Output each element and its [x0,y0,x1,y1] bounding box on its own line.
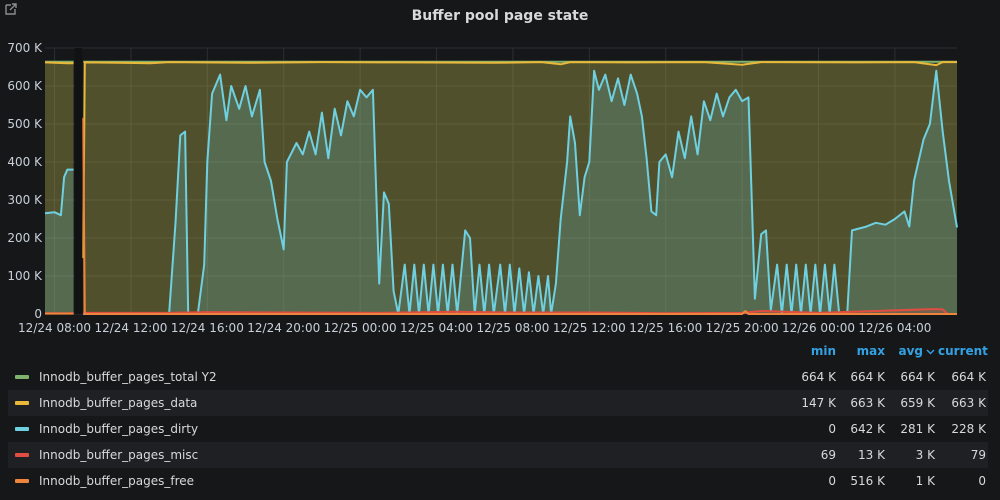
y-tick-label: 600 K [7,79,43,93]
legend-value-current: 664 K [951,370,986,384]
x-tick-label: 12/25 08:00 [476,321,549,335]
legend-table: min max avg current Innodb_buffer_pages_… [8,340,988,494]
legend-color-swatch[interactable] [15,427,29,431]
legend-header-avg[interactable]: avg [888,344,935,358]
legend-color-swatch[interactable] [15,401,29,405]
legend-series-name[interactable]: Innodb_buffer_pages_misc [39,448,198,462]
y-tick-label: 300 K [7,193,43,207]
y-tick-label: 500 K [7,117,43,131]
chevron-down-icon [926,349,935,355]
legend-series-name[interactable]: Innodb_buffer_pages_free [39,474,194,488]
legend-value-max: 642 K [850,422,885,436]
legend-value-current: 228 K [951,422,986,436]
legend-header-avg-label: avg [898,344,923,358]
x-tick-label: 12/24 12:00 [94,321,167,335]
no-data-band [74,48,83,314]
legend-value-avg: 281 K [900,422,935,436]
y-tick-label: 0 [34,307,42,321]
legend-color-swatch[interactable] [15,479,29,483]
legend-header-current[interactable]: current [938,344,988,358]
x-tick-label: 12/24 16:00 [171,321,244,335]
legend-value-avg: 664 K [900,370,935,384]
legend-value-current: 663 K [951,396,986,410]
legend-value-min: 0 [828,422,836,436]
x-tick-label: 12/24 08:00 [18,321,91,335]
legend-value-avg: 659 K [900,396,935,410]
graph-panel: Buffer pool page state 0 100 K 200 K 300 K4… [0,0,1000,500]
legend-value-max: 664 K [850,370,885,384]
legend-header: min max avg current [8,340,988,364]
y-tick-label: 100 K [7,269,43,283]
legend-color-swatch[interactable] [15,375,29,379]
x-tick-label: 12/26 04:00 [858,321,931,335]
legend-series-name[interactable]: Innodb_buffer_pages_dirty [39,422,198,436]
legend-value-min: 664 K [801,370,836,384]
x-tick-label: 12/26 00:00 [782,321,855,335]
data-gaps [74,48,83,314]
legend-color-swatch[interactable] [15,453,29,457]
legend-row[interactable]: Innodb_buffer_pages_total Y2 664 K 664 K 66… [8,364,988,390]
legend-value-max: 663 K [850,396,885,410]
legend-value-avg: 1 K [915,474,935,488]
legend-value-max: 13 K [858,448,885,462]
y-axis-ticks: 0 100 K 200 K 300 K 400 K 500 K 600 K 700 K [7,41,43,321]
x-axis-ticks: 12/24 08:00 12/24 12:00 12/24 16:00 12/24 2… [18,321,931,335]
legend-header-min[interactable]: min [778,344,836,358]
x-tick-label: 12/24 20:00 [247,321,320,335]
y-tick-label: 700 K [7,41,43,55]
legend-value-max: 516 K [850,474,885,488]
legend-row[interactable]: Innodb_buffer_pages_free 0 516 K 1 K 0 [8,468,988,494]
legend-series-name[interactable]: Innodb_buffer_pages_data [39,396,197,410]
x-tick-label: 12/25 12:00 [553,321,626,335]
line-innodb-buffer-pages-data [44,61,74,65]
legend-header-max[interactable]: max [838,344,885,358]
legend-value-min: 69 [820,448,836,462]
legend-row[interactable]: Innodb_buffer_pages_misc 69 13 K 3 K 79 [8,442,988,468]
legend-value-current: 0 [978,474,986,488]
x-tick-label: 12/25 16:00 [629,321,702,335]
legend-value-min: 0 [828,474,836,488]
x-tick-label: 12/25 20:00 [706,321,779,335]
x-tick-label: 12/25 00:00 [324,321,397,335]
y-tick-label: 200 K [7,231,43,245]
legend-series-name[interactable]: Innodb_buffer_pages_total Y2 [39,370,217,384]
x-tick-label: 12/25 04:00 [400,321,473,335]
legend-value-current: 79 [970,448,986,462]
legend-value-min: 147 K [801,396,836,410]
legend-row[interactable]: Innodb_buffer_pages_data 147 K 663 K 659 K 6… [8,390,988,416]
chart-area[interactable]: 0 100 K 200 K 300 K 400 K 500 K 600 K 700 K 12/… [0,0,1000,340]
legend-row[interactable]: Innodb_buffer_pages_dirty 0 642 K 281 K 228 … [8,416,988,442]
legend-value-avg: 3 K [915,448,935,462]
y-tick-label: 400 K [7,155,43,169]
